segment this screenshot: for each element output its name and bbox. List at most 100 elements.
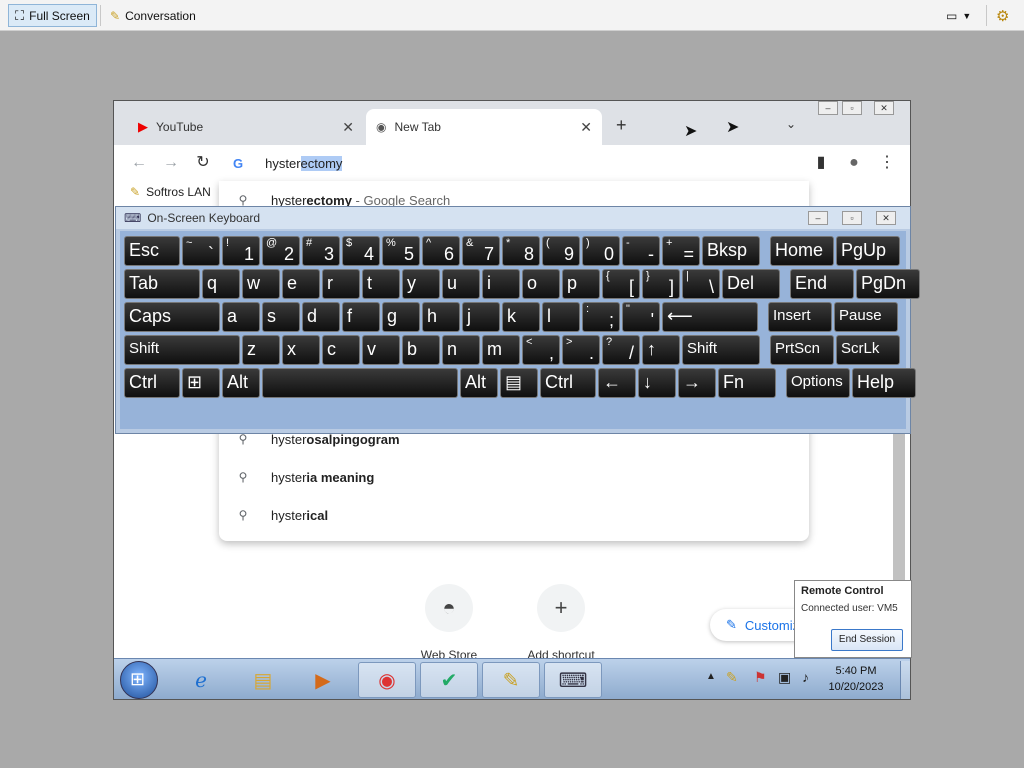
osk-key[interactable]: PgDn bbox=[856, 269, 920, 299]
osk-key[interactable]: q bbox=[202, 269, 240, 299]
osk-key[interactable]: Home bbox=[770, 236, 834, 266]
osk-key[interactable]: ↑ bbox=[642, 335, 680, 365]
close-window-button[interactable]: ✕ bbox=[876, 211, 896, 225]
osk-key[interactable]: l bbox=[542, 302, 580, 332]
new-tab-button[interactable]: + bbox=[616, 115, 627, 136]
keyboard-taskbar-button[interactable]: ⌨ bbox=[544, 662, 602, 698]
tab-search-button[interactable]: ⌄ bbox=[786, 117, 796, 131]
osk-key[interactable]: Tab bbox=[124, 269, 200, 299]
osk-key[interactable]: Del bbox=[722, 269, 780, 299]
osk-key[interactable]: g bbox=[382, 302, 420, 332]
osk-key[interactable]: s bbox=[262, 302, 300, 332]
shortcut-web-store[interactable]: ◓ Web Store bbox=[404, 584, 494, 662]
tab-new-tab[interactable]: ◉ New Tab ✕ bbox=[366, 109, 602, 145]
osk-key[interactable]: * 8 bbox=[502, 236, 540, 266]
address-bar[interactable]: G hysterectomy bbox=[219, 145, 809, 181]
osk-key[interactable]: <, bbox=[522, 335, 560, 365]
maximize-button[interactable]: ▫ bbox=[842, 101, 862, 115]
close-icon[interactable]: ✕ bbox=[580, 119, 592, 136]
suggestion-item[interactable]: ⚲ hysteria meaning bbox=[219, 458, 809, 496]
osk-key[interactable]: b bbox=[402, 335, 440, 365]
osk-key[interactable]: Fn bbox=[718, 368, 776, 398]
monitor-button[interactable]: ▭ ▼ bbox=[940, 4, 977, 27]
osk-key[interactable]: h bbox=[422, 302, 460, 332]
osk-key[interactable]: Insert bbox=[768, 302, 832, 332]
osk-key[interactable]: j bbox=[462, 302, 500, 332]
show-desktop-button[interactable] bbox=[900, 661, 910, 699]
minimize-button[interactable]: – bbox=[818, 101, 838, 115]
bookmark-softros[interactable]: ✎ Softros LAN bbox=[130, 185, 211, 199]
osk-key[interactable]: m bbox=[482, 335, 520, 365]
osk-key[interactable]: % 5 bbox=[382, 236, 420, 266]
osk-key[interactable]: -- bbox=[622, 236, 660, 266]
ie-taskbar-button[interactable]: ℯ bbox=[172, 662, 230, 698]
osk-key[interactable]: i bbox=[482, 269, 520, 299]
osk-key[interactable]: #3 bbox=[302, 236, 340, 266]
minimize-button[interactable]: – bbox=[808, 211, 828, 225]
profile-icon[interactable]: ● bbox=[844, 153, 864, 173]
osk-key[interactable]: }] bbox=[642, 269, 680, 299]
start-button[interactable]: ⊞ bbox=[120, 661, 158, 699]
osk-key[interactable]: e bbox=[282, 269, 320, 299]
maximize-button[interactable]: ▫ bbox=[842, 211, 862, 225]
osk-key[interactable]: Alt bbox=[460, 368, 498, 398]
osk-key[interactable]: + = bbox=[662, 236, 700, 266]
osk-key[interactable]: :; bbox=[582, 302, 620, 332]
osk-key[interactable]: ~ ` bbox=[182, 236, 220, 266]
volume-icon[interactable]: ♪ bbox=[802, 669, 809, 685]
osk-key[interactable]: {[ bbox=[602, 269, 640, 299]
end-session-button[interactable]: End Session bbox=[831, 629, 903, 651]
osk-key[interactable]: ⊞ bbox=[182, 368, 220, 398]
osk-key[interactable]: & 7 bbox=[462, 236, 500, 266]
osk-key[interactable]: " ' bbox=[622, 302, 660, 332]
osk-key[interactable]: f bbox=[342, 302, 380, 332]
osk-key[interactable]: Options bbox=[786, 368, 850, 398]
osk-key[interactable]: ? / bbox=[602, 335, 640, 365]
osk-key[interactable]: ^ 6 bbox=[422, 236, 460, 266]
fullscreen-button[interactable]: ⛶ Full Screen bbox=[8, 4, 97, 27]
osk-key[interactable]: Help bbox=[852, 368, 916, 398]
clock[interactable]: 5:40 PM 10/20/2023 bbox=[824, 663, 888, 695]
osk-key[interactable]: → bbox=[678, 368, 716, 398]
osk-key[interactable]: v bbox=[362, 335, 400, 365]
osk-key[interactable]: ← bbox=[598, 368, 636, 398]
osk-key[interactable]: End bbox=[790, 269, 854, 299]
osk-key[interactable]: PgUp bbox=[836, 236, 900, 266]
osk-key[interactable]: PrtScn bbox=[770, 335, 834, 365]
osk-key[interactable]: ScrLk bbox=[836, 335, 900, 365]
osk-key[interactable]: Caps bbox=[124, 302, 220, 332]
osk-key[interactable]: r bbox=[322, 269, 360, 299]
osk-key[interactable]: ▤ bbox=[500, 368, 538, 398]
reload-icon[interactable]: ↻ bbox=[193, 153, 213, 173]
osk-key[interactable]: a bbox=[222, 302, 260, 332]
osk-key[interactable]: y bbox=[402, 269, 440, 299]
osk-key[interactable]: >. bbox=[562, 335, 600, 365]
add-shortcut-button[interactable]: + Add shortcut bbox=[516, 584, 606, 662]
osk-key[interactable]: Shift bbox=[682, 335, 760, 365]
forward-icon[interactable]: → bbox=[161, 153, 181, 173]
close-window-button[interactable]: ✕ bbox=[874, 101, 894, 115]
osk-key[interactable]: $4 bbox=[342, 236, 380, 266]
conversation-button[interactable]: ✎ Conversation bbox=[104, 4, 202, 27]
osk-key[interactable]: ) 0 bbox=[582, 236, 620, 266]
osk-key[interactable] bbox=[262, 368, 458, 398]
osk-key[interactable]: | \ bbox=[682, 269, 720, 299]
osk-key[interactable]: n bbox=[442, 335, 480, 365]
softros-taskbar-button[interactable]: ✎ bbox=[482, 662, 540, 698]
suggestion-item[interactable]: ⚲ hysterical bbox=[219, 496, 809, 534]
osk-key[interactable]: d bbox=[302, 302, 340, 332]
network-icon[interactable]: ▣ bbox=[778, 669, 791, 686]
osk-key[interactable]: Alt bbox=[222, 368, 260, 398]
osk-key[interactable]: Ctrl bbox=[124, 368, 180, 398]
settings-button[interactable]: ⚙ bbox=[990, 4, 1015, 27]
osk-key[interactable]: ⟵ bbox=[662, 302, 758, 332]
osk-key[interactable]: Pause bbox=[834, 302, 898, 332]
osk-key[interactable]: ↓ bbox=[638, 368, 676, 398]
osk-key[interactable]: @2 bbox=[262, 236, 300, 266]
explorer-taskbar-button[interactable]: ▤ bbox=[234, 662, 292, 698]
close-icon[interactable]: ✕ bbox=[342, 119, 354, 136]
show-hidden-icons-button[interactable]: ▲ bbox=[706, 671, 716, 682]
softros-tray-icon[interactable]: ✎ bbox=[726, 669, 738, 686]
side-panel-icon[interactable]: ▮ bbox=[811, 153, 831, 173]
osk-key[interactable]: Shift bbox=[124, 335, 240, 365]
